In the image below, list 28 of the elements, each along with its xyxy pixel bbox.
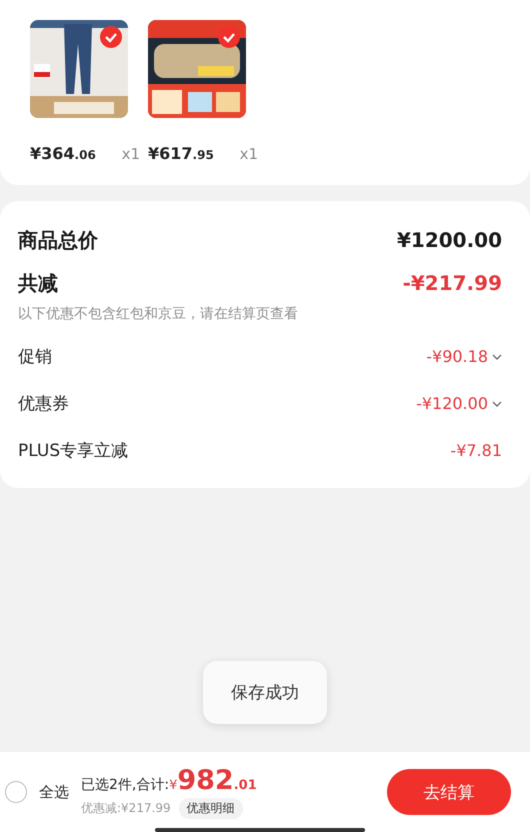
- item-quantity: x1: [122, 145, 140, 163]
- select-all-label: 全选: [39, 782, 69, 802]
- toast-message: 保存成功: [203, 661, 327, 724]
- discount-value: -¥7.81: [450, 441, 502, 460]
- discount-label: 促销: [18, 346, 52, 368]
- selected-count: 已选2件,合计:: [81, 776, 170, 794]
- chevron-down-icon[interactable]: [492, 400, 502, 406]
- checkout-button[interactable]: 去结算: [387, 769, 511, 815]
- discount-label: 优惠券: [18, 393, 69, 415]
- item-quantity: x1: [240, 145, 258, 163]
- discount-value: -¥120.00: [416, 394, 488, 413]
- currency-symbol: ¥: [169, 778, 178, 793]
- discount-detail-button[interactable]: 优惠明细: [178, 798, 243, 819]
- total-price: 982.01: [177, 765, 257, 796]
- chevron-down-icon[interactable]: [492, 354, 502, 360]
- checkmark-icon[interactable]: [100, 26, 122, 48]
- summary-label: 商品总价: [18, 226, 98, 254]
- summary-value: ¥1200.00: [396, 228, 502, 252]
- discount-amount: 优惠减:¥217.99: [81, 800, 171, 817]
- discount-value: -¥90.18: [426, 347, 488, 366]
- checkmark-icon[interactable]: [218, 26, 240, 48]
- discount-note: 以下优惠不包含红包和京豆，请在结算页查看: [18, 305, 299, 323]
- discount-label: PLUS专享立减: [18, 440, 128, 462]
- select-all-checkbox[interactable]: [5, 781, 27, 803]
- summary-label: 共减: [18, 270, 58, 296]
- summary-value: -¥217.99: [402, 271, 502, 295]
- item-price: ¥617.95: [148, 144, 214, 163]
- item-price: ¥364.06: [30, 144, 96, 163]
